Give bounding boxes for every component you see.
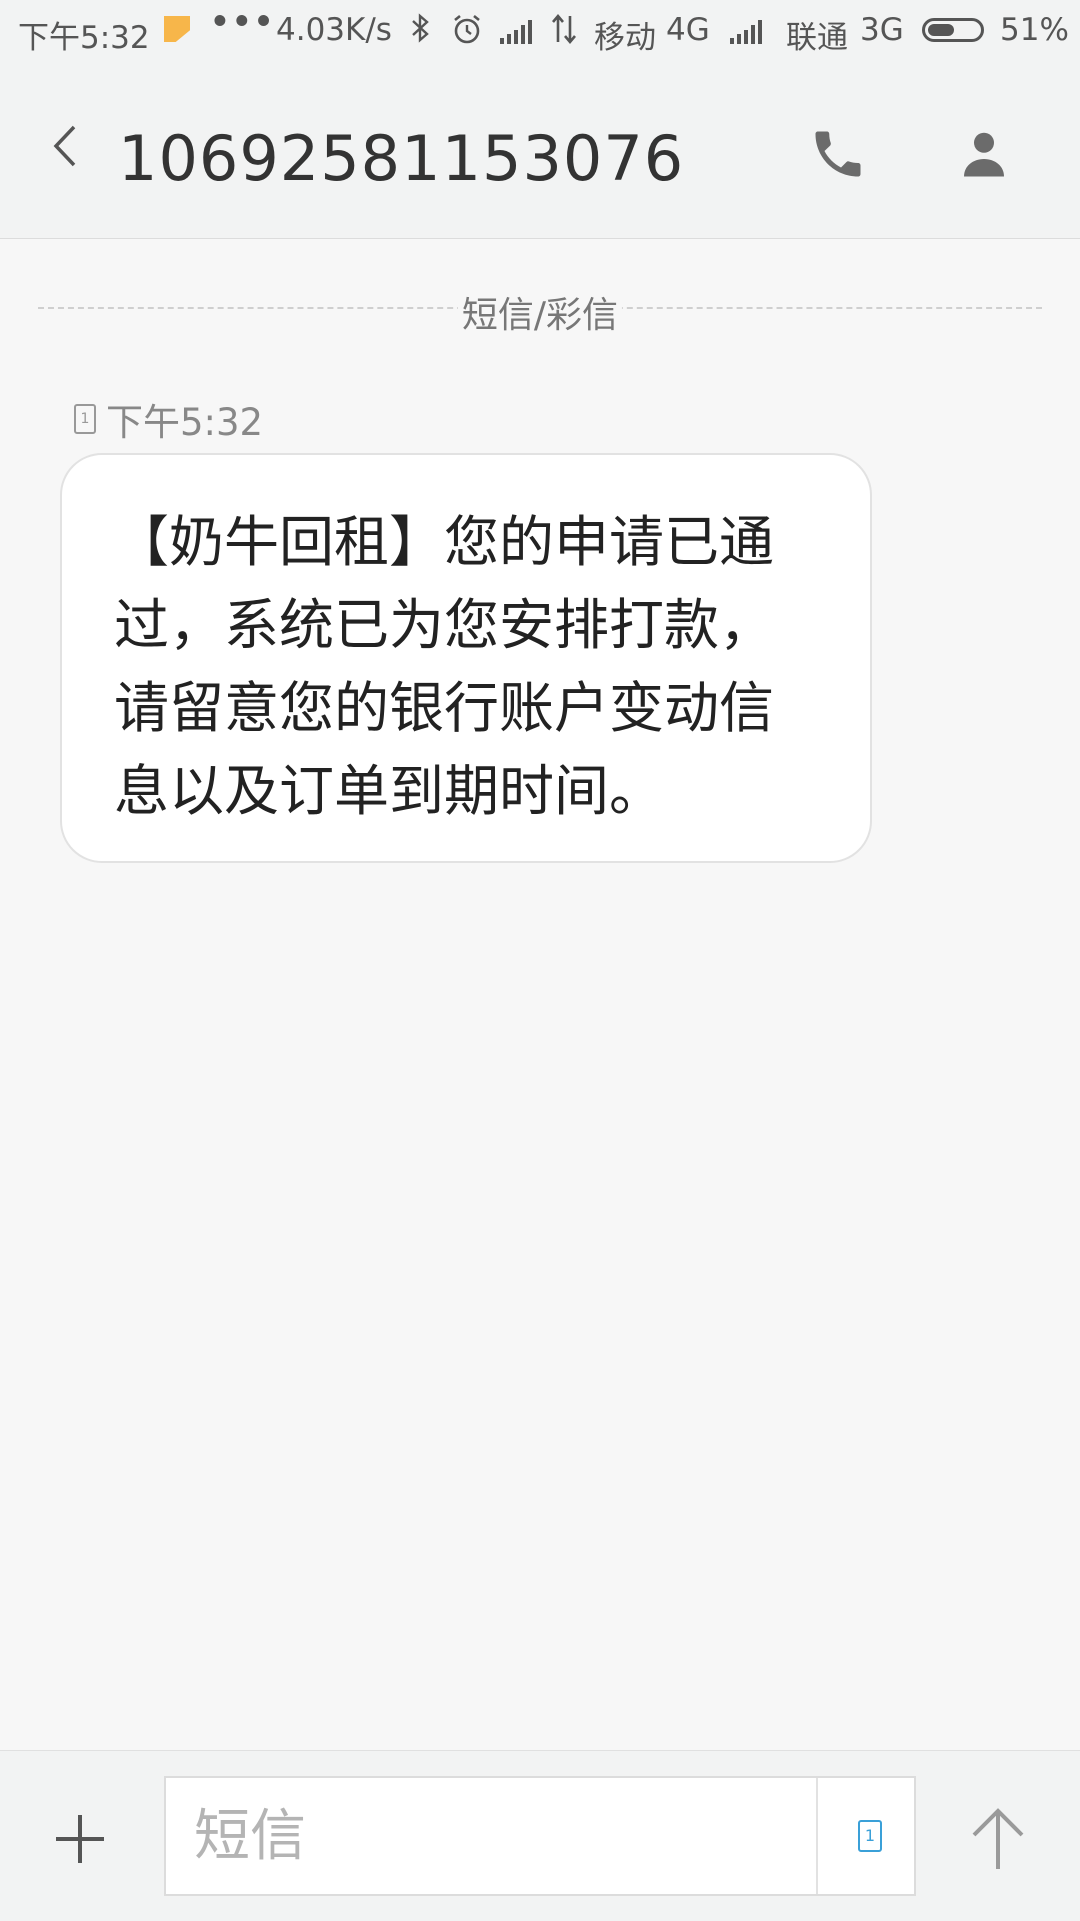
add-attachment-button[interactable] xyxy=(52,1811,108,1867)
signal-icon-sim2 xyxy=(730,18,762,44)
carrier-1-type: 4G xyxy=(666,12,710,48)
battery-fill xyxy=(928,24,954,36)
carrier-1: 移动 xyxy=(594,20,656,56)
network-speed: 4.03K/s xyxy=(276,12,392,48)
conversation-header: 10692581153076 xyxy=(0,60,1080,239)
contact-title: 10692581153076 xyxy=(118,122,685,195)
message-meta: 1 下午5:32 xyxy=(74,394,263,444)
battery-percent: 51% xyxy=(1000,12,1069,48)
carrier-2: 联通 xyxy=(786,20,848,56)
sim-card-icon: 1 xyxy=(858,1820,882,1852)
input-divider xyxy=(816,1778,818,1894)
sim-select-button[interactable]: 1 xyxy=(850,1816,890,1856)
message-text: 【奶牛回租】您的申请已通过，系统已为您安排打款，请留意您的银行账户变动信息以及订… xyxy=(114,510,775,823)
notification-icon xyxy=(164,16,190,42)
sim-card-icon: 1 xyxy=(74,404,96,434)
arrow-up-icon xyxy=(972,1808,1024,1869)
message-input[interactable] xyxy=(194,1778,834,1894)
back-button[interactable] xyxy=(40,116,90,176)
data-transfer-icon xyxy=(550,12,578,54)
more-notifications-icon: ••• xyxy=(210,4,276,40)
send-button[interactable] xyxy=(968,1803,1028,1873)
signal-icon-sim1 xyxy=(500,18,532,44)
bluetooth-icon xyxy=(410,12,432,52)
status-bar: 下午5:32 ••• 4.03K/s 移动 4G 联通 3G 51% xyxy=(0,0,1080,60)
carrier-2-type: 3G xyxy=(860,12,904,48)
battery-icon xyxy=(922,18,984,42)
message-time: 下午5:32 xyxy=(106,401,264,444)
chevron-left-icon xyxy=(53,125,76,167)
message-input-box: 1 xyxy=(164,1776,916,1896)
alarm-icon xyxy=(450,12,484,54)
message-type-divider: 短信/彩信 xyxy=(38,286,1042,338)
phone-icon xyxy=(815,131,861,177)
message-bubble[interactable]: 【奶牛回租】您的申请已通过，系统已为您安排打款，请留意您的银行账户变动信息以及订… xyxy=(60,453,872,863)
call-button[interactable] xyxy=(808,124,868,184)
plus-icon xyxy=(56,1815,104,1863)
person-icon xyxy=(964,132,1004,177)
compose-bar: 1 xyxy=(0,1750,1080,1921)
status-time: 下午5:32 xyxy=(18,20,150,56)
contact-profile-button[interactable] xyxy=(954,124,1014,184)
message-type-label: 短信/彩信 xyxy=(457,286,623,338)
